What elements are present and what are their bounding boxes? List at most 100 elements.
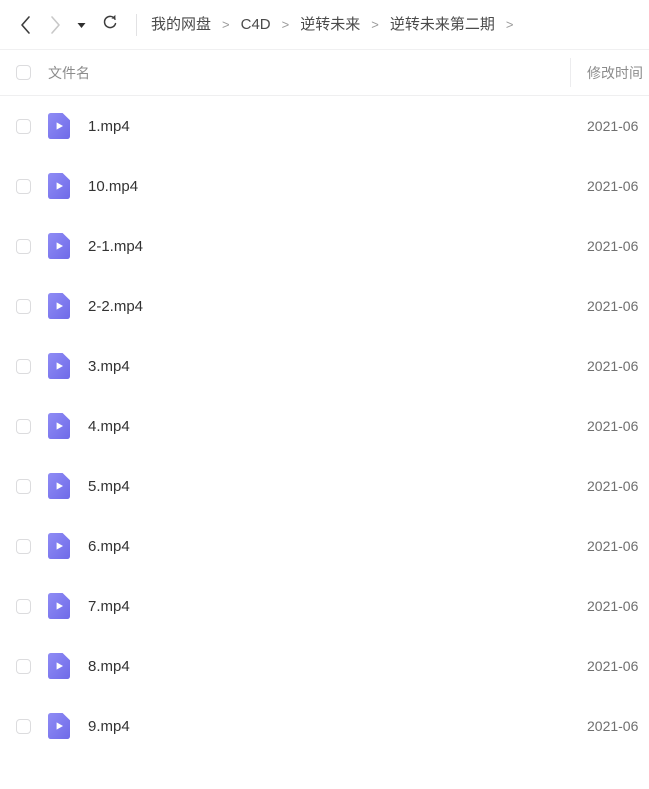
file-modified-date: 2021-06: [587, 718, 639, 734]
file-modified-date: 2021-06: [587, 118, 639, 134]
video-file-icon: [48, 233, 70, 259]
row-checkbox[interactable]: [15, 178, 31, 194]
file-icon-cell: [44, 713, 78, 739]
video-file-icon: [48, 293, 70, 319]
row-checkbox[interactable]: [15, 478, 31, 494]
breadcrumb-separator-trailing: >: [505, 17, 514, 32]
refresh-button[interactable]: [94, 10, 124, 40]
row-checkbox-cell[interactable]: [0, 538, 44, 554]
table-row[interactable]: 3.mp4 2021-06: [0, 336, 649, 396]
toolbar: 我的网盘 > C4D > 逆转未来 > 逆转未来第二期 >: [0, 0, 649, 50]
forward-button[interactable]: [40, 10, 70, 40]
file-modified-date: 2021-06: [587, 538, 639, 554]
file-name[interactable]: 3.mp4: [78, 358, 570, 375]
file-icon-cell: [44, 233, 78, 259]
column-header-name[interactable]: 文件名: [44, 63, 570, 83]
row-checkbox-cell[interactable]: [0, 598, 44, 614]
file-modified-date: 2021-06: [587, 478, 639, 494]
row-checkbox-cell[interactable]: [0, 238, 44, 254]
table-row[interactable]: 6.mp4 2021-06: [0, 516, 649, 576]
row-checkbox[interactable]: [15, 718, 31, 734]
table-row[interactable]: 8.mp4 2021-06: [0, 636, 649, 696]
table-row[interactable]: 5.mp4 2021-06: [0, 456, 649, 516]
file-name[interactable]: 8.mp4: [78, 658, 570, 675]
chevron-right-icon: [49, 15, 62, 35]
table-row[interactable]: 2-2.mp4 2021-06: [0, 276, 649, 336]
table-row[interactable]: 4.mp4 2021-06: [0, 396, 649, 456]
row-checkbox[interactable]: [15, 238, 31, 254]
chevron-left-icon: [19, 15, 32, 35]
file-name[interactable]: 6.mp4: [78, 538, 570, 555]
row-checkbox-cell[interactable]: [0, 178, 44, 194]
row-checkbox-cell[interactable]: [0, 418, 44, 434]
file-modified-date: 2021-06: [587, 418, 639, 434]
caret-down-icon: [77, 16, 86, 34]
history-dropdown-button[interactable]: [70, 11, 92, 39]
file-icon-cell: [44, 533, 78, 559]
file-name[interactable]: 4.mp4: [78, 418, 570, 435]
table-row[interactable]: 7.mp4 2021-06: [0, 576, 649, 636]
select-all-cell[interactable]: [0, 65, 44, 80]
file-icon-cell: [44, 113, 78, 139]
file-icon-cell: [44, 593, 78, 619]
file-modified-date: 2021-06: [587, 658, 639, 674]
file-name[interactable]: 9.mp4: [78, 718, 570, 735]
file-icon-cell: [44, 173, 78, 199]
row-checkbox[interactable]: [15, 118, 31, 134]
row-checkbox[interactable]: [15, 658, 31, 674]
breadcrumb-separator: >: [371, 17, 379, 32]
video-file-icon: [48, 593, 70, 619]
table-row[interactable]: 2-1.mp4 2021-06: [0, 216, 649, 276]
row-checkbox-cell[interactable]: [0, 478, 44, 494]
video-file-icon: [48, 533, 70, 559]
row-checkbox-cell[interactable]: [0, 658, 44, 674]
file-name[interactable]: 10.mp4: [78, 178, 570, 195]
file-icon-cell: [44, 293, 78, 319]
video-file-icon: [48, 473, 70, 499]
file-modified-date: 2021-06: [587, 598, 639, 614]
file-manager-window: 我的网盘 > C4D > 逆转未来 > 逆转未来第二期 > 文件名 修改时间 1…: [0, 0, 649, 789]
breadcrumb-item-root[interactable]: 我的网盘: [151, 15, 211, 35]
select-all-checkbox[interactable]: [15, 65, 31, 80]
breadcrumb-item-c4d[interactable]: C4D: [241, 15, 271, 35]
row-checkbox[interactable]: [15, 358, 31, 374]
row-checkbox-cell[interactable]: [0, 298, 44, 314]
video-file-icon: [48, 173, 70, 199]
breadcrumb-item-level3[interactable]: 逆转未来: [300, 15, 360, 35]
file-name[interactable]: 1.mp4: [78, 118, 570, 135]
row-checkbox[interactable]: [15, 598, 31, 614]
breadcrumb-item-current[interactable]: 逆转未来第二期: [390, 15, 495, 35]
file-name[interactable]: 2-2.mp4: [78, 298, 570, 315]
row-checkbox[interactable]: [15, 298, 31, 314]
breadcrumb-separator: >: [222, 17, 230, 32]
file-list-header: 文件名 修改时间: [0, 50, 649, 96]
column-header-modified[interactable]: 修改时间: [570, 63, 649, 83]
video-file-icon: [48, 113, 70, 139]
file-modified-date: 2021-06: [587, 178, 639, 194]
file-icon-cell: [44, 353, 78, 379]
back-button[interactable]: [10, 10, 40, 40]
row-checkbox[interactable]: [15, 418, 31, 434]
file-name[interactable]: 2-1.mp4: [78, 238, 570, 255]
row-checkbox-cell[interactable]: [0, 718, 44, 734]
file-icon-cell: [44, 413, 78, 439]
file-icon-cell: [44, 473, 78, 499]
file-modified-date: 2021-06: [587, 358, 639, 374]
row-checkbox-cell[interactable]: [0, 358, 44, 374]
video-file-icon: [48, 413, 70, 439]
file-modified-date: 2021-06: [587, 238, 639, 254]
table-row[interactable]: 9.mp4 2021-06: [0, 696, 649, 756]
table-row[interactable]: 10.mp4 2021-06: [0, 156, 649, 216]
file-name[interactable]: 7.mp4: [78, 598, 570, 615]
file-icon-cell: [44, 653, 78, 679]
video-file-icon: [48, 653, 70, 679]
row-checkbox[interactable]: [15, 538, 31, 554]
video-file-icon: [48, 713, 70, 739]
table-row[interactable]: 1.mp4 2021-06: [0, 96, 649, 156]
refresh-icon: [101, 14, 118, 36]
file-list: 1.mp4 2021-06 10.mp4 2021-06 2-1.mp4 2021-06 2…: [0, 96, 649, 756]
file-name[interactable]: 5.mp4: [78, 478, 570, 495]
row-checkbox-cell[interactable]: [0, 118, 44, 134]
column-divider: [570, 58, 571, 87]
toolbar-divider: [136, 13, 137, 36]
